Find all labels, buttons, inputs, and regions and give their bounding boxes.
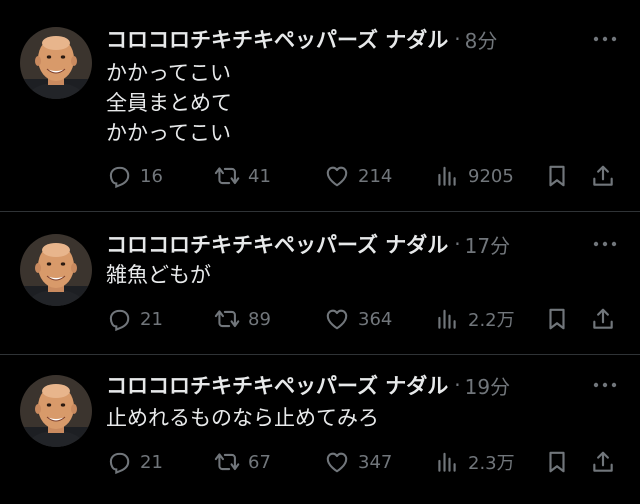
author-name[interactable]: コロコロチキチキペッパーズ ナダル [106,370,448,400]
avatar-image [20,234,92,306]
like-count: 364 [358,308,393,330]
action-bar: 16 41 214 9205 [106,160,622,192]
timeline-feed: コロコロチキチキペッパーズ ナダル · 8分 かかってこい 全員まとめて かかっ… [0,0,640,504]
tweet[interactable]: コロコロチキチキペッパーズ ナダル · 19分 止めれるものなら止めてみろ 21… [0,355,640,504]
tweet-header: コロコロチキチキペッパーズ ナダル · 19分 [106,371,510,399]
avatar-image [20,375,92,447]
view-count: 2.2万 [468,310,515,331]
tweet-text: 止めれるものなら止めてみろ [106,403,379,433]
more-dots-icon[interactable] [590,371,620,399]
action-bar: 21 67 347 2.3万 [106,446,622,478]
heart-icon [326,309,348,330]
timestamp[interactable]: 17分 [465,230,510,259]
avatar[interactable] [20,375,92,447]
reply-count: 21 [140,451,163,473]
share-button[interactable] [590,160,616,192]
bookmark-icon [549,308,565,330]
views-chart-icon [438,166,456,186]
retweet-icon [214,453,240,471]
retweet-count: 41 [248,165,271,187]
retweet-count: 89 [248,308,271,330]
author-name[interactable]: コロコロチキチキペッパーズ ナダル [106,229,448,259]
tweet-text-line: かかってこい [106,61,231,85]
bookmark-icon [549,165,565,187]
reply-icon [109,452,130,475]
timestamp[interactable]: 8分 [465,25,498,54]
share-icon [593,451,613,472]
views-button[interactable]: 2.2万 [434,303,515,335]
separator-dot: · [454,373,461,397]
timestamp[interactable]: 19分 [465,371,510,400]
views-chart-icon [438,452,456,472]
heart-icon [326,166,348,187]
tweet-text: 雑魚どもが [106,260,211,290]
views-button[interactable]: 2.3万 [434,446,515,478]
avatar[interactable] [20,27,92,99]
tweet[interactable]: コロコロチキチキペッパーズ ナダル · 8分 かかってこい 全員まとめて かかっ… [0,0,640,211]
retweet-button[interactable]: 89 [214,303,271,335]
tweet-text: かかってこい 全員まとめて かかってこい [106,58,232,148]
separator-dot: · [454,232,461,256]
like-count: 214 [358,165,393,187]
view-count: 2.3万 [468,453,515,474]
retweet-icon [214,310,240,328]
tweet-header: コロコロチキチキペッパーズ ナダル · 8分 [106,25,497,53]
bookmark-button[interactable] [544,160,570,192]
tweet[interactable]: コロコロチキチキペッパーズ ナダル · 17分 雑魚どもが 21 89 364 [0,212,640,354]
reply-button[interactable]: 21 [106,303,163,335]
reply-button[interactable]: 21 [106,446,163,478]
bookmark-icon [549,451,565,473]
reply-icon [109,309,130,332]
views-chart-icon [438,309,456,329]
share-button[interactable] [590,303,616,335]
reply-icon [109,166,130,189]
separator-dot: · [454,27,461,51]
avatar[interactable] [20,234,92,306]
bookmark-button[interactable] [544,446,570,478]
views-button[interactable]: 9205 [434,160,514,192]
like-button[interactable]: 347 [324,446,392,478]
share-icon [593,308,613,329]
tweet-header: コロコロチキチキペッパーズ ナダル · 17分 [106,230,510,258]
tweet-text-line: 雑魚どもが [106,263,211,287]
reply-button[interactable]: 16 [106,160,163,192]
tweet-text-line: 止めれるものなら止めてみろ [106,406,379,430]
retweet-button[interactable]: 67 [214,446,271,478]
like-button[interactable]: 364 [324,303,392,335]
retweet-button[interactable]: 41 [214,160,271,192]
share-button[interactable] [590,446,616,478]
view-count: 9205 [468,165,514,187]
more-dots-icon[interactable] [590,230,620,258]
like-button[interactable]: 214 [324,160,392,192]
avatar-image [20,27,92,99]
like-count: 347 [358,451,393,473]
action-bar: 21 89 364 2.2万 [106,303,622,335]
tweet-text-line: 全員まとめて [106,91,232,115]
heart-icon [326,452,348,473]
tweet-text-line: かかってこい [106,121,231,145]
author-name[interactable]: コロコロチキチキペッパーズ ナダル [106,24,448,54]
bookmark-button[interactable] [544,303,570,335]
more-dots-icon[interactable] [590,25,620,53]
reply-count: 16 [140,165,163,187]
retweet-count: 67 [248,451,271,473]
reply-count: 21 [140,308,163,330]
retweet-icon [214,167,240,185]
share-icon [593,165,613,186]
